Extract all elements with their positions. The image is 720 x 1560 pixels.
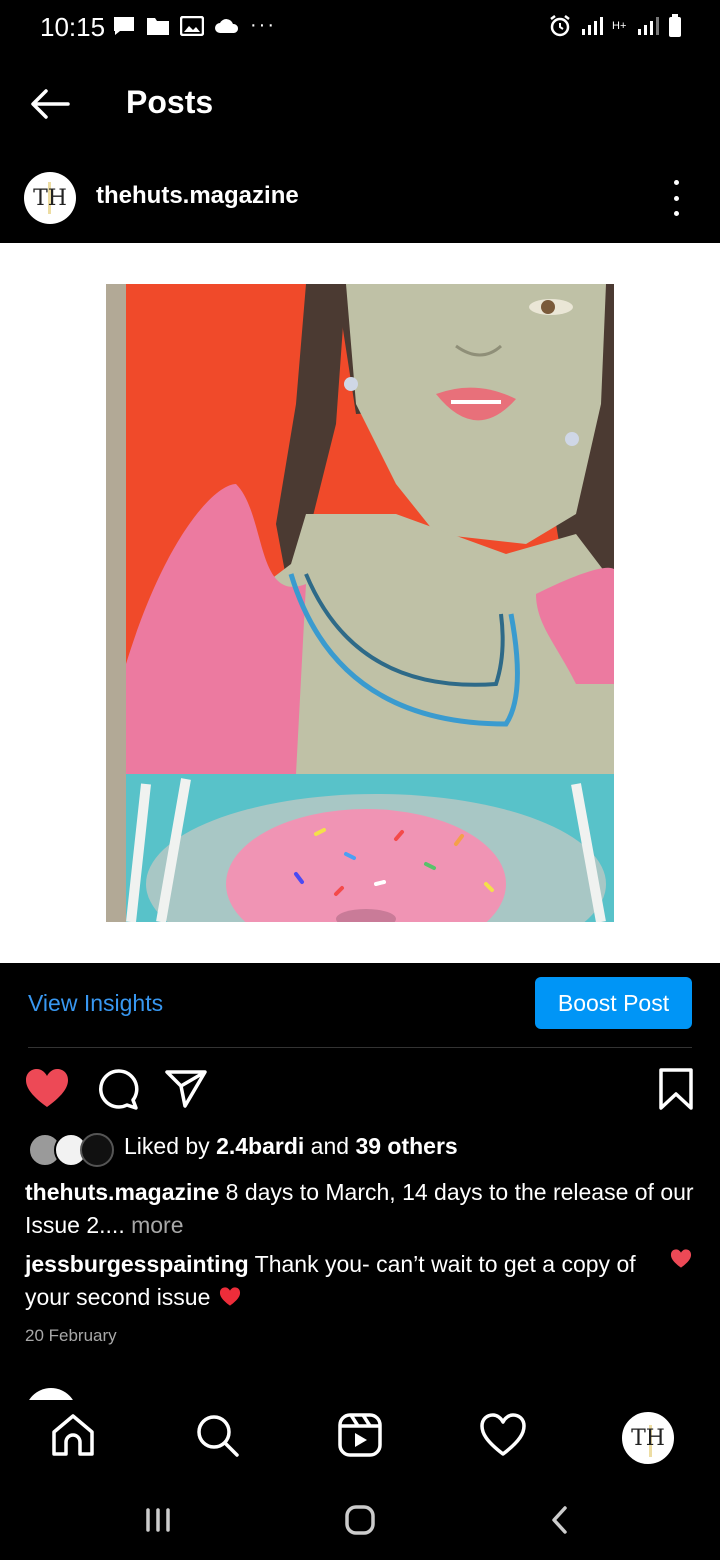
system-back-icon[interactable]	[545, 1500, 575, 1540]
likes-summary[interactable]: Liked by 2.4bardi and 39 others	[124, 1133, 458, 1160]
liker-avatars[interactable]	[28, 1132, 114, 1167]
bookmark-icon[interactable]	[653, 1066, 699, 1112]
folder-icon	[147, 17, 169, 35]
reels-icon[interactable]	[335, 1410, 385, 1460]
notification-icons: ···	[112, 14, 276, 37]
signal-2-icon	[638, 17, 659, 35]
likes-middle: and	[304, 1133, 356, 1159]
search-icon[interactable]	[192, 1410, 242, 1460]
post-painting-image[interactable]	[106, 284, 614, 922]
profile-tab-avatar[interactable]: TH	[622, 1412, 674, 1464]
home-button-icon[interactable]	[340, 1500, 380, 1540]
comment-username[interactable]: jessburgesspainting	[25, 1251, 249, 1277]
post-date: 20 February	[25, 1326, 117, 1345]
profile-tab-initials: TH	[631, 1425, 665, 1451]
signal-icon	[582, 17, 603, 35]
heart-filled-icon[interactable]	[24, 1066, 70, 1112]
alarm-icon	[550, 15, 570, 37]
message-icon	[114, 16, 134, 35]
boost-post-button[interactable]: Boost Post	[535, 977, 692, 1029]
caption-more-link[interactable]: more	[125, 1212, 183, 1238]
back-arrow-icon[interactable]	[28, 82, 72, 126]
cloud-icon	[215, 18, 239, 33]
comment-icon[interactable]	[95, 1066, 141, 1112]
likes-user[interactable]: 2.4bardi	[216, 1133, 304, 1159]
send-icon[interactable]	[163, 1066, 209, 1112]
comment: jessburgesspainting Thank you- can’t wai…	[25, 1248, 655, 1314]
view-insights-link[interactable]: View Insights	[28, 990, 163, 1017]
more-options-icon[interactable]	[664, 180, 688, 216]
comment-like-icon[interactable]	[670, 1248, 692, 1270]
system-status-icons: H+	[548, 14, 682, 38]
next-post-avatar	[25, 1388, 77, 1400]
heart-emoji-icon	[219, 1287, 240, 1306]
page-title: Posts	[126, 84, 214, 120]
likes-prefix: Liked by	[124, 1133, 217, 1159]
avatar-initials: TH	[33, 185, 67, 211]
profile-avatar[interactable]: TH	[24, 172, 76, 224]
battery-icon	[669, 14, 681, 37]
likes-others[interactable]: 39 others	[355, 1133, 457, 1159]
image-icon	[180, 15, 204, 36]
liker-avatar	[80, 1133, 114, 1167]
caption-username[interactable]: thehuts.magazine	[25, 1179, 219, 1205]
activity-heart-icon[interactable]	[478, 1410, 528, 1460]
network-type: H+	[612, 19, 627, 32]
home-icon[interactable]	[48, 1410, 98, 1460]
more-notifications-icon: ···	[250, 14, 276, 36]
recent-apps-icon[interactable]	[140, 1500, 176, 1540]
divider	[28, 1047, 692, 1048]
post-caption: thehuts.magazine 8 days to March, 14 day…	[25, 1176, 705, 1242]
post-username[interactable]: thehuts.magazine	[96, 182, 299, 210]
status-time: 10:15	[40, 12, 106, 42]
